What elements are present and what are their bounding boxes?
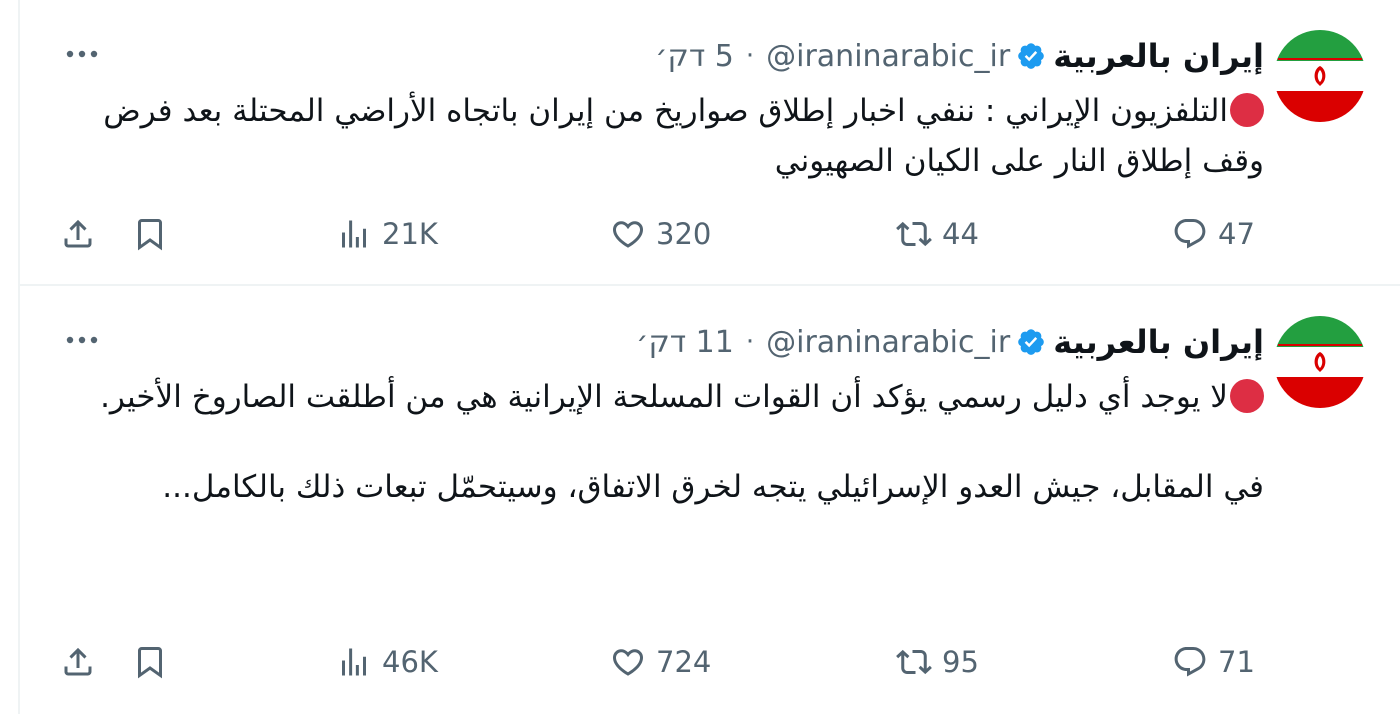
like-button[interactable]: 724: [610, 642, 711, 682]
tweet-text: التلفزيون الإيراني : ننفي اخبار إطلاق صو…: [58, 86, 1264, 186]
timestamp[interactable]: 5 דק׳: [655, 39, 734, 74]
views-button[interactable]: 46K: [336, 642, 438, 682]
avatar[interactable]: [1274, 30, 1366, 122]
views-count: 21K: [382, 217, 438, 251]
like-button[interactable]: 320: [610, 214, 711, 254]
timeline: إيران بالعربية @iraninarabic_ir · 5 דק׳ …: [18, 0, 1400, 714]
tweet-paragraph: في المقابل، جيش العدو الإسرائيلي يتجه لخ…: [162, 469, 1264, 505]
more-icon[interactable]: [62, 322, 102, 358]
bookmark-icon: [138, 219, 162, 251]
bookmark-button[interactable]: [132, 214, 168, 254]
display-name[interactable]: إيران بالعربية: [1053, 323, 1264, 361]
tweet-header: إيران بالعربية @iraninarabic_ir · 11 דק׳: [636, 320, 1264, 364]
bookmark-button[interactable]: [132, 642, 168, 682]
like-icon: [612, 649, 644, 676]
retweet-icon: [896, 649, 932, 675]
views-button[interactable]: 21K: [336, 214, 438, 254]
retweet-count: 44: [942, 217, 979, 251]
views-icon: [342, 648, 366, 676]
retweet-button[interactable]: 95: [896, 642, 979, 682]
reply-button[interactable]: 71: [1172, 642, 1255, 682]
reply-icon: [1174, 219, 1206, 249]
retweet-icon: [896, 221, 932, 247]
handle[interactable]: @iraninarabic_ir: [766, 39, 1010, 74]
tweet-paragraph: التلفزيون الإيراني : ننفي اخبار إطلاق صو…: [103, 93, 1264, 179]
more-icon[interactable]: [62, 36, 102, 72]
action-bar: 21K 320 44 47: [20, 214, 1400, 254]
share-button[interactable]: [60, 642, 96, 682]
reply-button[interactable]: 47: [1172, 214, 1255, 254]
verified-badge-icon: [1016, 41, 1046, 71]
tweet-paragraph: لا يوجد أي دليل رسمي يؤكد أن القوات المس…: [58, 372, 1264, 422]
share-button[interactable]: [60, 214, 96, 254]
verified-badge-icon: [1016, 327, 1046, 357]
separator-dot: ·: [745, 41, 755, 71]
views-count: 46K: [382, 645, 438, 679]
share-icon: [64, 647, 92, 676]
retweet-button[interactable]: 44: [896, 214, 979, 254]
like-icon: [612, 221, 644, 248]
display-name[interactable]: إيران بالعربية: [1053, 37, 1264, 75]
like-count: 320: [656, 217, 712, 251]
red-circle-emoji: [1230, 93, 1264, 127]
tweet-header: إيران بالعربية @iraninarabic_ir · 5 דק׳: [655, 34, 1264, 78]
retweet-count: 95: [942, 645, 979, 679]
timestamp[interactable]: 11 דק׳: [636, 325, 734, 360]
avatar[interactable]: [1274, 316, 1366, 408]
reply-count: 71: [1218, 645, 1255, 679]
tweet-text: لا يوجد أي دليل رسمي يؤكد أن القوات المس…: [58, 372, 1264, 512]
tweet[interactable]: إيران بالعربية @iraninarabic_ir · 5 דק׳ …: [20, 0, 1400, 286]
bookmark-icon: [138, 647, 162, 679]
tweet[interactable]: إيران بالعربية @iraninarabic_ir · 11 דק׳…: [20, 286, 1400, 714]
action-bar: 46K 724 95 71: [20, 642, 1400, 682]
red-circle-emoji: [1230, 379, 1264, 413]
handle[interactable]: @iraninarabic_ir: [766, 325, 1010, 360]
share-icon: [64, 219, 92, 248]
views-icon: [342, 220, 366, 248]
separator-dot: ·: [745, 327, 755, 357]
reply-count: 47: [1218, 217, 1255, 251]
reply-icon: [1174, 647, 1206, 677]
like-count: 724: [656, 645, 712, 679]
